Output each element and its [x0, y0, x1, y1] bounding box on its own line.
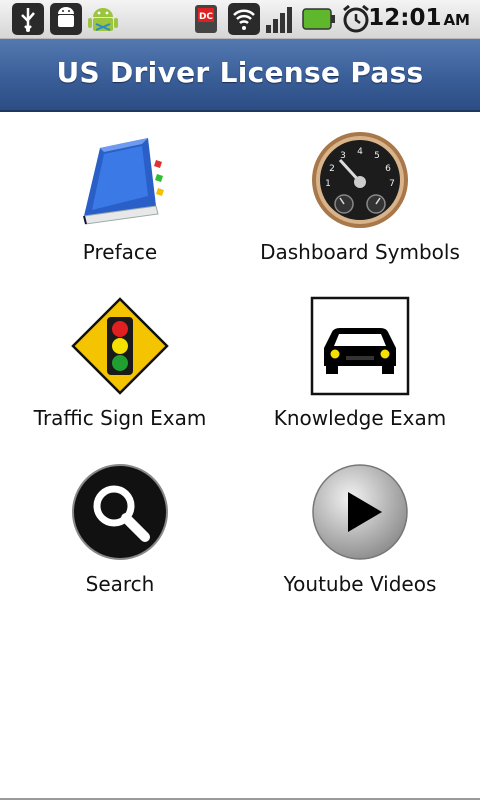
menu-item-knowledge-exam[interactable]: Knowledge Exam: [240, 278, 480, 444]
alarm-icon: [340, 3, 372, 39]
traffic-light-sign-icon: [70, 296, 170, 396]
android-robot-icon: [86, 2, 120, 40]
svg-text:4: 4: [357, 147, 363, 157]
dc-notification-icon: DC: [192, 3, 222, 39]
magnifier-icon: [70, 462, 170, 562]
clock: 12:01 AM: [368, 5, 470, 31]
menu-item-label: Traffic Sign Exam: [33, 406, 207, 430]
menu-item-youtube-videos[interactable]: Youtube Videos: [240, 444, 480, 610]
title-bar: US Driver License Pass: [0, 39, 480, 112]
menu-item-dashboard-symbols[interactable]: 4 3 5 2 6 1 7 Dashboard Symbols: [240, 112, 480, 278]
svg-text:2: 2: [329, 164, 335, 174]
menu-item-label: Preface: [82, 240, 158, 264]
menu-item-label: Search: [85, 572, 155, 596]
usb-icon: [12, 3, 44, 35]
book-icon: [70, 130, 170, 230]
signal-icon: [264, 3, 298, 39]
menu-item-traffic-sign-exam[interactable]: Traffic Sign Exam: [0, 278, 240, 444]
car-icon: [310, 296, 410, 396]
menu-item-label: Youtube Videos: [283, 572, 437, 596]
menu-item-label: Knowledge Exam: [273, 406, 447, 430]
svg-text:DC: DC: [199, 12, 213, 22]
menu-item-label: Dashboard Symbols: [260, 240, 460, 264]
svg-text:1: 1: [325, 179, 331, 189]
menu-item-preface[interactable]: Preface: [0, 112, 240, 278]
app-title: US Driver License Pass: [56, 56, 424, 89]
battery-icon: [302, 8, 336, 34]
status-bar: DC 12:01 AM: [0, 0, 480, 39]
wifi-icon: [228, 3, 260, 35]
menu-item-search[interactable]: Search: [0, 444, 240, 610]
android-debug-icon: [50, 3, 82, 35]
svg-text:6: 6: [385, 164, 391, 174]
play-icon: [310, 462, 410, 562]
speedometer-icon: 4 3 5 2 6 1 7: [310, 130, 410, 230]
svg-text:5: 5: [374, 151, 380, 161]
svg-text:7: 7: [389, 179, 395, 189]
